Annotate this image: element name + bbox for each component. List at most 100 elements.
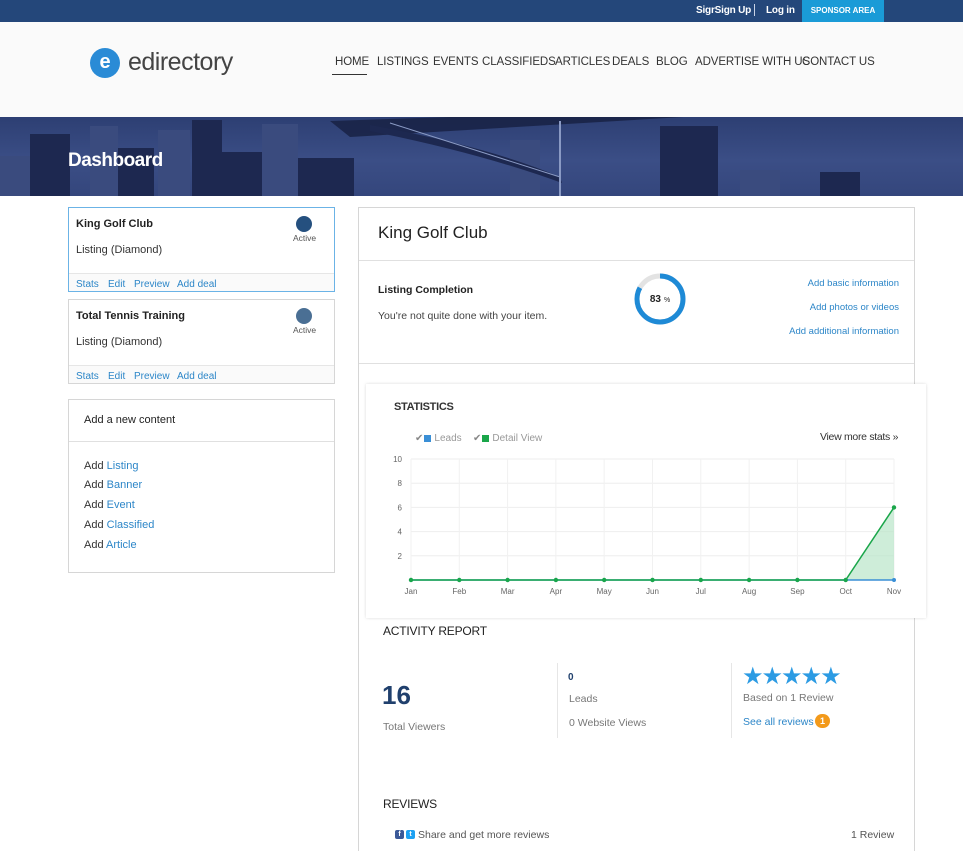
divider <box>69 441 334 442</box>
divider <box>359 260 914 261</box>
preview-link[interactable]: Preview <box>134 371 170 382</box>
point-detail-view <box>795 577 800 583</box>
site-header: e edirectory HOME LISTINGS EVENTS CLASSI… <box>0 22 963 117</box>
reviews-count: 1 Review <box>851 829 895 841</box>
point-detail-view <box>505 577 510 583</box>
add-content-panel: Add a new content Add Listing Add Banner… <box>68 399 335 573</box>
reviews-count-badge: 1 <box>815 714 830 728</box>
nav-events[interactable]: EVENTS <box>433 56 479 68</box>
add-prefix: Add <box>84 460 104 472</box>
add-listing-link[interactable]: Listing <box>107 460 139 472</box>
item-name[interactable]: Total Tennis Training <box>76 310 185 322</box>
add-classified-row: Add Classified <box>84 519 154 531</box>
point-detail-view <box>650 577 655 583</box>
status-dot-icon <box>296 308 312 324</box>
add-deal-link[interactable]: Add deal <box>177 371 216 382</box>
add-classified-link[interactable]: Classified <box>107 519 155 531</box>
view-more-stats-link[interactable]: View more stats » <box>820 431 898 443</box>
legend-swatch-detail-view <box>482 434 490 442</box>
nav-advertise[interactable]: ADVERTISE WITH US <box>695 56 810 68</box>
facebook-icon[interactable]: f <box>395 830 404 839</box>
x-tick-label: Jan <box>405 587 418 596</box>
x-tick-label: Oct <box>839 587 852 596</box>
divider <box>731 663 732 738</box>
add-article-row: Add Article <box>84 539 137 551</box>
point-detail-view <box>553 577 559 583</box>
sponsor-area-button[interactable]: SPONSOR AREA <box>802 0 884 22</box>
svg-text:83%: 83% <box>650 294 670 305</box>
nav-listings[interactable]: LISTINGS <box>377 56 429 68</box>
nav-deals[interactable]: DEALS <box>612 56 649 68</box>
leads-label: Leads <box>569 693 598 705</box>
twitter-icon[interactable]: t <box>406 830 415 839</box>
completion-message: You're not quite done with your item. <box>378 310 548 322</box>
see-all-reviews-link[interactable]: See all reviews <box>743 716 814 728</box>
add-prefix: Add <box>84 519 104 531</box>
add-event-row: Add Event <box>84 499 135 511</box>
divider <box>557 663 558 738</box>
nav-home[interactable]: HOME <box>335 56 369 68</box>
add-photos-link[interactable]: Add photos or videos <box>780 302 899 313</box>
point-detail-view <box>891 505 897 510</box>
point-detail-view <box>408 577 414 583</box>
point-detail-view <box>746 577 752 583</box>
edit-link[interactable]: Edit <box>108 371 125 382</box>
bridge-illustration <box>330 117 684 196</box>
nav-contact[interactable]: CONTACT US <box>802 56 875 68</box>
add-banner-link[interactable]: Banner <box>107 479 142 491</box>
legend-label-detail-view: Detail View <box>492 433 543 444</box>
nav-articles[interactable]: ARTICLES <box>555 56 610 68</box>
add-article-link[interactable]: Article <box>106 539 137 551</box>
top-bar: SigrSign Up Log in SPONSOR AREA <box>0 0 963 22</box>
nav-classifieds[interactable]: CLASSIFIEDS <box>482 56 556 68</box>
add-content-heading: Add a new content <box>84 414 176 426</box>
statistics-chart: 10 8 6 4 2 Jan Feb Mar Apr May Jun Jul Aug Sep Oct Nov <box>393 455 901 596</box>
y-tick-label: 10 <box>393 455 402 464</box>
add-listing-row: Add Listing <box>84 460 138 472</box>
legend-detail-view[interactable]: ✔ Detail View <box>473 433 542 444</box>
add-prefix: Add <box>84 539 104 551</box>
stats-link[interactable]: Stats <box>76 371 99 382</box>
login-link[interactable]: Log in <box>766 5 795 16</box>
based-on-reviews: Based on 1 Review <box>743 692 834 704</box>
add-basic-info-link[interactable]: Add basic information <box>780 278 899 289</box>
x-tick-label: Aug <box>742 587 756 596</box>
logo-icon[interactable]: e <box>90 48 120 78</box>
add-additional-info-link[interactable]: Add additional information <box>760 326 899 337</box>
item-card[interactable]: Total Tennis Training Listing (Diamond) … <box>68 299 335 384</box>
rating-stars-icon: ★★★★★ <box>742 663 842 690</box>
item-type: Listing (Diamond) <box>76 336 163 348</box>
leads-value: 0 <box>568 672 574 683</box>
signup-link[interactable]: SigrSign Up <box>696 5 751 16</box>
nav-active-indicator <box>332 74 367 75</box>
item-type: Listing (Diamond) <box>76 244 163 256</box>
legend-leads[interactable]: ✔ Leads <box>415 433 462 444</box>
item-card[interactable]: King Golf Club Listing (Diamond) Active … <box>68 207 335 292</box>
completion-label: Listing Completion <box>378 284 474 296</box>
item-title: King Golf Club <box>378 223 488 242</box>
add-event-link[interactable]: Event <box>107 499 135 511</box>
stats-link[interactable]: Stats <box>76 279 99 290</box>
y-tick-label: 2 <box>398 552 403 561</box>
edit-link[interactable]: Edit <box>108 279 125 290</box>
x-tick-label: Jul <box>696 587 706 596</box>
point-detail-view <box>457 577 462 583</box>
legend-swatch-leads <box>424 434 432 442</box>
add-banner-row: Add Banner <box>84 479 142 491</box>
status-label: Active <box>293 233 317 243</box>
total-viewers-value: 16 <box>382 680 411 710</box>
y-tick-label: 8 <box>398 479 403 488</box>
statistics-title: STATISTICS <box>394 401 454 413</box>
percent-sign: % <box>664 297 670 304</box>
preview-link[interactable]: Preview <box>134 279 170 290</box>
x-tick-label: Jun <box>646 587 659 596</box>
nav-blog[interactable]: BLOG <box>656 56 688 68</box>
add-deal-link[interactable]: Add deal <box>177 279 216 290</box>
x-tick-label: Nov <box>887 587 901 596</box>
item-name[interactable]: King Golf Club <box>76 218 153 230</box>
x-tick-label: Feb <box>452 587 466 596</box>
status-dot-icon <box>296 216 312 232</box>
point-detail-view <box>698 577 703 583</box>
logo-text[interactable]: edirectory <box>128 48 233 77</box>
x-tick-label: Apr <box>550 587 563 596</box>
